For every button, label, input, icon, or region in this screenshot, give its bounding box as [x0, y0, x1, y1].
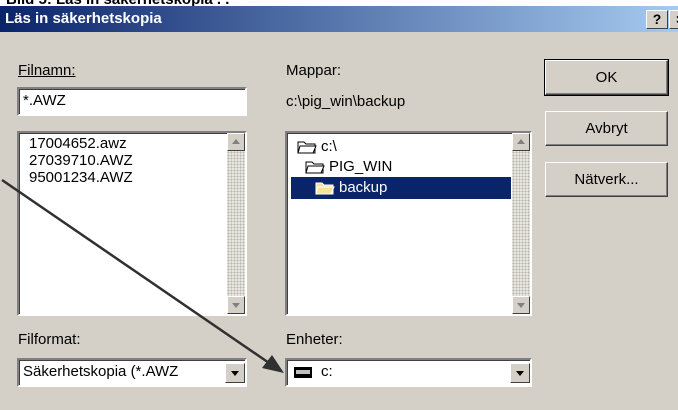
annotation-arrow [1, 178, 284, 373]
arrow-head [262, 355, 284, 373]
arrow-line [1, 178, 273, 367]
